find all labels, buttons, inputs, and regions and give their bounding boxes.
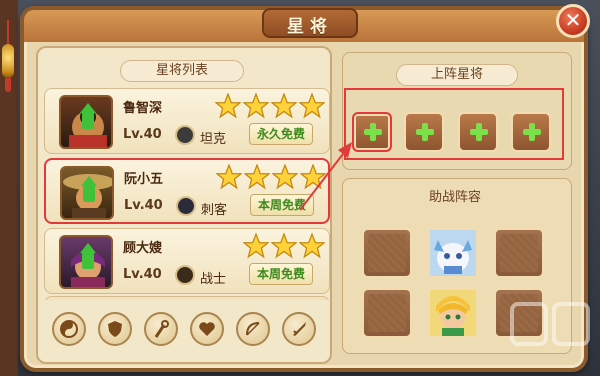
hero-level: Lv.40 [123, 127, 162, 142]
plus-icon [470, 123, 488, 141]
hero-list-title: 星将列表 [120, 60, 244, 82]
filter-all-button[interactable] [52, 312, 86, 346]
luzhishen-avatar [69, 103, 107, 147]
slot-texture [500, 234, 538, 272]
blonde-warrior-avatar [430, 290, 476, 336]
staff-icon [154, 320, 169, 338]
hero-level: Lv.40 [124, 198, 163, 213]
shield-icon [108, 321, 122, 337]
filter-warrior-button[interactable] [282, 312, 316, 346]
deploy-title: 上阵星将 [396, 64, 518, 86]
hero-row-luzhishen[interactable]: 鲁智深 Lv.40 坦克 永久免费 [44, 88, 330, 154]
close-button[interactable]: ✕ [556, 4, 590, 38]
yin-yang-icon [60, 320, 78, 338]
support-slot-empty[interactable] [362, 288, 412, 338]
hero-row-ruanxiaowu[interactable]: 阮小五 Lv.40 刺客 本周免费 [44, 158, 330, 224]
bow-icon [246, 322, 260, 336]
star-icon [271, 233, 297, 259]
hero-class: 战士 [200, 272, 227, 287]
hero-row-gudasao[interactable]: 顾大嫂 Lv.40 战士 本周免费 [44, 228, 330, 294]
hero-stars [215, 93, 327, 119]
hero-portrait [60, 166, 114, 220]
close-icon: ✕ [564, 8, 582, 32]
shield-icon [175, 125, 195, 145]
slot-texture [368, 234, 406, 272]
deploy-slot-2[interactable] [404, 112, 444, 152]
ruanxiaowu-avatar [63, 174, 112, 218]
hero-portrait [59, 95, 113, 149]
hero-class: 刺客 [201, 203, 228, 218]
hero-list[interactable]: 鲁智深 Lv.40 坦克 永久免费 阮小五 Lv.40 刺客 本周免费 顾大嫂 … [44, 88, 330, 300]
star-icon [271, 93, 297, 119]
hero-portrait [59, 235, 113, 289]
plus-icon [364, 123, 382, 141]
lantern-tassel [5, 78, 11, 92]
plus-icon [416, 123, 434, 141]
free-status-badge: 本周免费 [250, 194, 314, 216]
support-title: 助战阵容 [428, 190, 481, 205]
hero-class: 坦克 [200, 132, 227, 147]
lantern-icon [2, 44, 14, 78]
free-status-badge: 本周免费 [249, 263, 313, 285]
support-slot-hero[interactable] [428, 288, 478, 338]
star-icon [272, 164, 298, 190]
support-slot-empty[interactable] [362, 228, 412, 278]
deploy-slot-1[interactable] [352, 112, 392, 152]
heart-icon [199, 322, 215, 336]
sword-icon [175, 265, 195, 285]
support-slot-hero[interactable] [428, 228, 478, 278]
hero-name: 阮小五 [124, 172, 164, 187]
watermark-logo [510, 302, 590, 346]
free-status-badge: 永久免费 [249, 123, 313, 145]
plus-icon [523, 123, 541, 141]
dagger-icon [176, 196, 196, 216]
filter-healer-button[interactable] [190, 312, 224, 346]
slot-texture [368, 294, 406, 332]
filter-tank-button[interactable] [98, 312, 132, 346]
lantern-cord [7, 20, 9, 46]
deploy-slot-4[interactable] [511, 112, 551, 152]
hero-row-partial[interactable] [44, 296, 330, 300]
hero-name: 鲁智深 [123, 101, 163, 116]
support-slot-empty[interactable] [494, 228, 544, 278]
hero-level: Lv.40 [123, 267, 162, 282]
hero-stars [216, 164, 328, 190]
hero-name: 顾大嫂 [123, 241, 163, 256]
window-title: 星将 [287, 17, 333, 37]
star-icon [216, 164, 242, 190]
star-icon [299, 93, 325, 119]
deploy-slot-3[interactable] [458, 112, 498, 152]
star-icon [215, 93, 241, 119]
filter-support-button[interactable] [144, 312, 178, 346]
star-icon [300, 164, 326, 190]
star-icon [299, 233, 325, 259]
class-filter-bar [52, 312, 332, 352]
white-dragon-avatar [430, 230, 476, 276]
star-icon [243, 93, 269, 119]
sword-icon [293, 322, 306, 336]
hero-stars [215, 233, 327, 259]
filter-archer-button[interactable] [236, 312, 270, 346]
gudasao-avatar [71, 243, 105, 287]
star-icon [243, 233, 269, 259]
star-icon [244, 164, 270, 190]
